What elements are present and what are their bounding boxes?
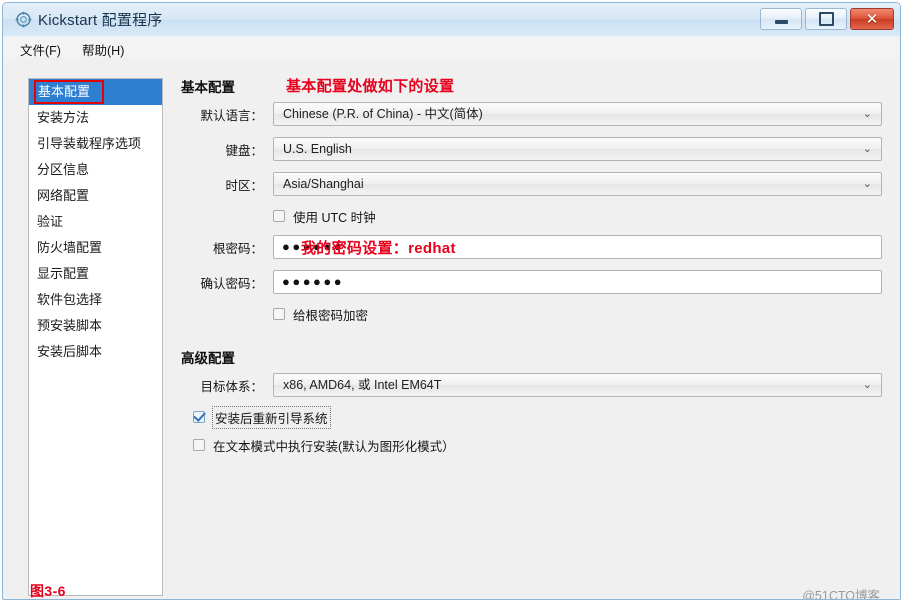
timezone-select[interactable]: Asia/Shanghai ⌄ [273, 172, 882, 196]
close-icon: ✕ [865, 10, 879, 28]
menu-bar: 文件(F) 帮助(H) [3, 36, 900, 59]
encrypt-password-label: 给根密码加密 [293, 308, 369, 323]
annotation-basic-note: 基本配置处做如下的设置 [286, 78, 455, 95]
language-value: Chinese (P.R. of China) - 中文(简体) [283, 107, 483, 121]
sidebar-item-label: 分区信息 [37, 162, 90, 177]
utc-clock-checkbox[interactable] [273, 210, 285, 222]
keyboard-label: 键盘： [225, 143, 263, 158]
chevron-down-icon: ⌄ [862, 178, 872, 190]
target-arch-label: 目标体系： [200, 379, 263, 394]
root-password-label: 根密码： [212, 241, 263, 256]
client-area: 基本配置 安装方法 引导装载程序选项 分区信息 网络配置 验证 防火墙配置 显示… [3, 58, 900, 599]
utc-clock-label: 使用 UTC 时钟 [293, 210, 376, 225]
root-password-row: 根密码： ●●●●●● [181, 233, 882, 261]
gear-icon [15, 11, 32, 28]
chevron-down-icon: ⌄ [862, 379, 872, 391]
target-arch-select[interactable]: x86, AMD64, 或 Intel EM64T ⌄ [273, 373, 882, 397]
keyboard-row: 键盘： U.S. English ⌄ [181, 135, 882, 163]
timezone-row: 时区： Asia/Shanghai ⌄ [181, 170, 882, 198]
confirm-password-value: ●●●●●● [282, 274, 345, 289]
window-title: Kickstart 配置程序 [38, 12, 163, 29]
maximize-button[interactable] [805, 8, 847, 30]
sidebar-item-pre-install-script[interactable]: 预安装脚本 [29, 313, 162, 339]
menu-item-help[interactable]: 帮助(H) [78, 39, 128, 60]
application-window: Kickstart 配置程序 ✕ 文件(F) 帮助(H) 基本配置 安装方法 引… [2, 2, 901, 600]
sidebar-item-install-method[interactable]: 安装方法 [29, 105, 162, 131]
sidebar-item-label: 预安装脚本 [37, 318, 103, 333]
sidebar-item-bootloader-options[interactable]: 引导装载程序选项 [29, 131, 162, 157]
keyboard-value: U.S. English [283, 142, 352, 156]
annotation-password-note: 我的密码设置：redhat [301, 240, 456, 257]
sidebar-item-label: 验证 [37, 214, 64, 229]
text-mode-install-label: 在文本模式中执行安装(默认为图形化模式） [213, 439, 455, 454]
chevron-down-icon: ⌄ [862, 143, 872, 155]
sidebar-item-label: 基本配置 [38, 84, 91, 99]
menu-item-file[interactable]: 文件(F) [16, 39, 65, 60]
confirm-password-input[interactable]: ●●●●●● [273, 270, 882, 294]
target-arch-value: x86, AMD64, 或 Intel EM64T [283, 378, 442, 392]
sidebar-item-label: 安装方法 [37, 110, 90, 125]
timezone-value: Asia/Shanghai [283, 177, 364, 191]
sidebar-item-authentication[interactable]: 验证 [29, 209, 162, 235]
sidebar-nav-list[interactable]: 基本配置 安装方法 引导装载程序选项 分区信息 网络配置 验证 防火墙配置 显示… [28, 78, 163, 596]
sidebar-item-label: 防火墙配置 [37, 240, 103, 255]
sidebar-item-package-selection[interactable]: 软件包选择 [29, 287, 162, 313]
close-button[interactable]: ✕ [850, 8, 894, 30]
advanced-config-heading: 高级配置 [181, 351, 235, 366]
timezone-label: 时区： [225, 178, 263, 193]
confirm-password-row: 确认密码： ●●●●●● [181, 268, 882, 296]
maximize-icon [818, 12, 834, 26]
sidebar-item-basic-config[interactable]: 基本配置 [29, 79, 162, 105]
minimize-button[interactable] [760, 8, 802, 30]
main-form-panel: 基本配置 基本配置处做如下的设置 默认语言： Chinese (P.R. of … [181, 76, 882, 462]
sidebar-item-label: 安装后脚本 [37, 344, 103, 359]
text-mode-install-row[interactable]: 在文本模式中执行安装(默认为图形化模式） [193, 434, 882, 456]
sidebar-item-post-install-script[interactable]: 安装后脚本 [29, 339, 162, 365]
sidebar-item-network-config[interactable]: 网络配置 [29, 183, 162, 209]
sidebar-item-display-config[interactable]: 显示配置 [29, 261, 162, 287]
sidebar-item-firewall-config[interactable]: 防火墙配置 [29, 235, 162, 261]
encrypt-password-row[interactable]: 给根密码加密 [273, 303, 882, 325]
confirm-password-label: 确认密码： [200, 276, 263, 291]
language-row: 默认语言： Chinese (P.R. of China) - 中文(简体) ⌄ [181, 100, 882, 128]
sidebar-item-label: 网络配置 [37, 188, 90, 203]
window-controls: ✕ [760, 8, 894, 30]
reboot-after-install-row[interactable]: 安装后重新引导系统 [193, 405, 882, 429]
watermark-label: @51CTO博客 [802, 589, 880, 600]
reboot-after-install-checkbox[interactable] [193, 411, 205, 423]
sidebar-item-label: 引导装载程序选项 [37, 136, 142, 151]
minimize-icon [774, 20, 788, 24]
text-mode-install-checkbox[interactable] [193, 439, 205, 451]
chevron-down-icon: ⌄ [862, 108, 872, 120]
target-arch-row: 目标体系： x86, AMD64, 或 Intel EM64T ⌄ [181, 371, 882, 399]
sidebar-item-label: 显示配置 [37, 266, 90, 281]
encrypt-password-checkbox[interactable] [273, 308, 285, 320]
title-bar: Kickstart 配置程序 ✕ [3, 3, 900, 36]
language-select[interactable]: Chinese (P.R. of China) - 中文(简体) ⌄ [273, 102, 882, 126]
sidebar-item-label: 软件包选择 [37, 292, 103, 307]
language-label: 默认语言： [200, 108, 263, 123]
reboot-after-install-label: 安装后重新引导系统 [212, 405, 331, 429]
figure-caption: 图3-6 [30, 583, 66, 599]
utc-clock-row[interactable]: 使用 UTC 时钟 [273, 205, 882, 227]
sidebar-item-partition-info[interactable]: 分区信息 [29, 157, 162, 183]
keyboard-select[interactable]: U.S. English ⌄ [273, 137, 882, 161]
